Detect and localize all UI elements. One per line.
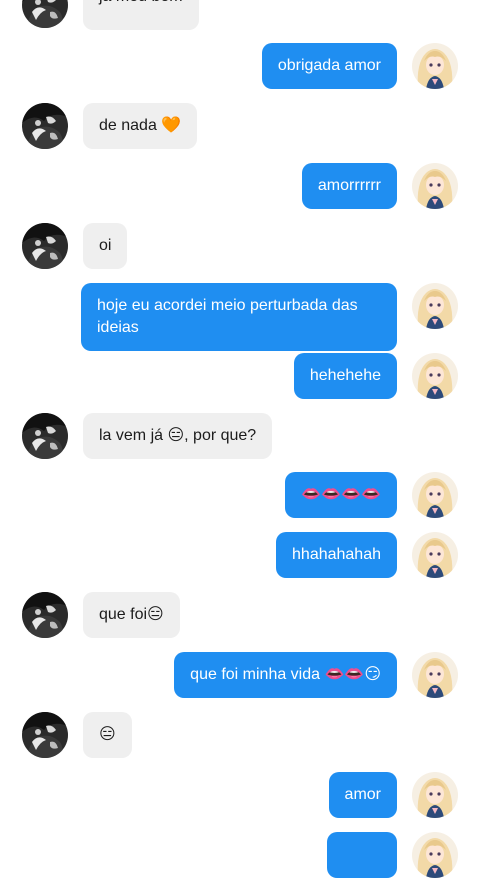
avatar-image xyxy=(22,413,68,459)
user-avatar[interactable] xyxy=(412,353,458,399)
outgoing-message-bubble[interactable]: 👄👄👄👄 xyxy=(285,472,397,518)
incoming-message-bubble[interactable]: que foi😑 xyxy=(83,592,180,638)
contact-avatar[interactable] xyxy=(22,592,68,638)
incoming-message-bubble[interactable]: la vem já 😑, por que? xyxy=(83,413,273,459)
message-text: hehehehe xyxy=(309,367,381,384)
user-avatar[interactable] xyxy=(412,532,458,578)
incoming-message-bubble[interactable]: 😑 xyxy=(83,712,132,758)
message-text: que foi😑 xyxy=(99,606,164,623)
incoming-message-bubble[interactable]: de nada 🧡 xyxy=(83,103,198,149)
avatar-image xyxy=(412,652,458,698)
avatar-image xyxy=(412,532,458,578)
avatar-image xyxy=(22,592,68,638)
outgoing-message-bubble[interactable]: que foi minha vida 👄👄😏 xyxy=(174,652,397,698)
user-avatar[interactable] xyxy=(412,472,458,518)
message-text: hoje eu acordei meio perturbada das idei… xyxy=(97,297,358,336)
outgoing-message-bubble[interactable]: hoje eu acordei meio perturbada das idei… xyxy=(81,283,397,351)
avatar-image xyxy=(412,832,458,878)
user-avatar[interactable] xyxy=(412,163,458,209)
outgoing-message-bubble[interactable]: amor xyxy=(328,772,397,818)
outgoing-message-bubble[interactable]: hhahahahah xyxy=(276,532,397,578)
outgoing-message-bubble[interactable] xyxy=(327,832,397,878)
contact-avatar[interactable] xyxy=(22,0,68,28)
avatar-image xyxy=(22,103,68,149)
message-text: 😑 xyxy=(99,726,116,743)
message-text: hhahahahah xyxy=(292,546,381,563)
contact-avatar[interactable] xyxy=(22,413,68,459)
contact-avatar[interactable] xyxy=(22,712,68,758)
incoming-message-bubble[interactable]: já meu bem xyxy=(83,0,199,30)
avatar-image xyxy=(412,472,458,518)
message-text: amorrrrrr xyxy=(317,177,381,194)
user-avatar[interactable] xyxy=(412,43,458,89)
user-avatar[interactable] xyxy=(412,772,458,818)
message-text: de nada 🧡 xyxy=(99,117,182,134)
contact-avatar[interactable] xyxy=(22,223,68,269)
user-avatar[interactable] xyxy=(412,652,458,698)
user-avatar[interactable] xyxy=(412,283,458,329)
avatar-image xyxy=(412,353,458,399)
message-text: la vem já 😑, por que? xyxy=(99,427,257,444)
message-text: 👄👄👄👄 xyxy=(301,486,381,503)
outgoing-message-bubble[interactable]: amorrrrrr xyxy=(301,163,397,209)
user-avatar[interactable] xyxy=(412,832,458,878)
avatar-image xyxy=(22,0,68,28)
message-text: oi xyxy=(99,237,112,254)
avatar-image xyxy=(22,223,68,269)
avatar-image xyxy=(412,772,458,818)
outgoing-message-bubble[interactable]: obrigada amor xyxy=(261,43,397,89)
message-text: que foi minha vida 👄👄😏 xyxy=(190,666,381,683)
avatar-image xyxy=(412,43,458,89)
message-text: amor xyxy=(344,786,381,803)
avatar-image xyxy=(412,163,458,209)
avatar-image xyxy=(412,283,458,329)
outgoing-message-bubble[interactable]: hehehehe xyxy=(293,353,397,399)
message-text: já meu bem xyxy=(99,0,183,5)
incoming-message-bubble[interactable]: oi xyxy=(83,223,128,269)
avatar-image xyxy=(22,712,68,758)
message-text: obrigada amor xyxy=(277,57,381,74)
contact-avatar[interactable] xyxy=(22,103,68,149)
